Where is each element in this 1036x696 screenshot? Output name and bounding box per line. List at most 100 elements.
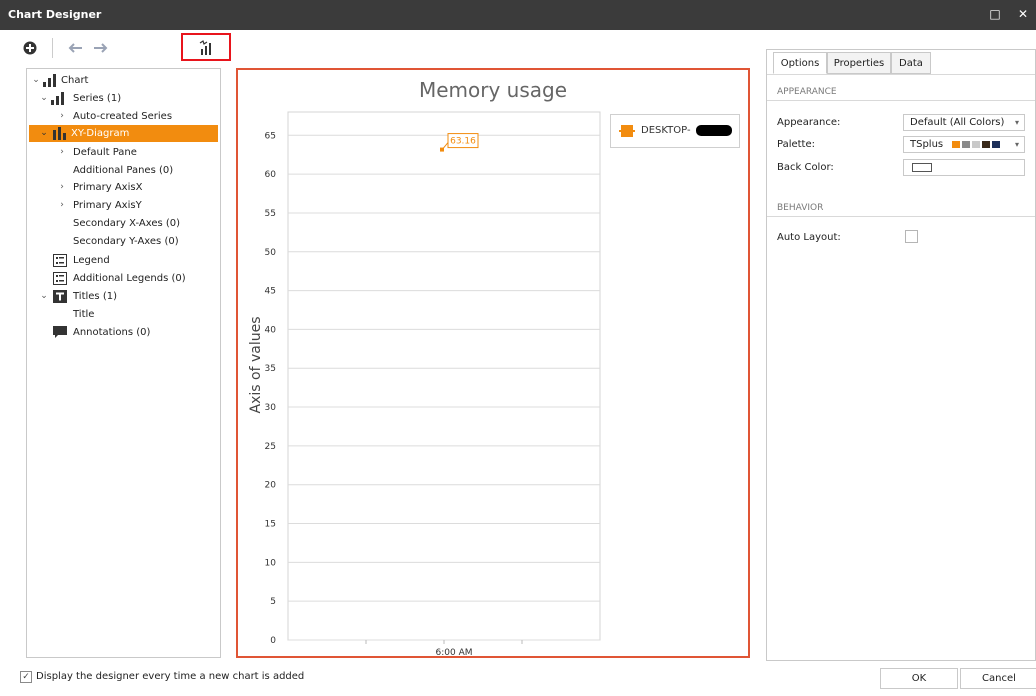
tree-item-label: Chart [61, 75, 89, 86]
display-designer-checkbox[interactable]: ✓ [20, 671, 32, 683]
x-tick-label: 6:00 AM [436, 648, 473, 656]
tree-item-label: Annotations (0) [73, 327, 151, 338]
chart-preview[interactable]: Memory usage 0 5 10 15 20 25 30 35 40 45 50 55 60 65 6… [236, 68, 750, 658]
y-axis-label: Axis of values [248, 317, 264, 414]
redacted-text [696, 125, 732, 136]
y-tick-label: 65 [265, 131, 276, 141]
tree-item-title[interactable]: Title [73, 306, 216, 323]
maximize-button[interactable]: □ [986, 5, 1004, 23]
properties-panel: Options Properties Data APPEARANCE Appea… [766, 49, 1036, 661]
chevron-right-icon[interactable]: › [57, 108, 67, 125]
redo-icon[interactable] [92, 40, 108, 56]
color-preview [912, 163, 932, 172]
tree-item-label: Primary AxisY [73, 200, 142, 211]
y-tick-label: 20 [265, 481, 277, 491]
tabs-divider [767, 74, 1035, 75]
y-tick-label: 45 [265, 287, 276, 297]
tree-item-auto-created-series[interactable]: › Auto-created Series [57, 108, 216, 125]
y-tick-label: 15 [265, 520, 276, 530]
tree-item-label: Additional Legends (0) [73, 273, 186, 284]
palette-swatch [992, 141, 1000, 148]
window-title: Chart Designer [8, 8, 102, 21]
tree-item-label: Primary AxisX [73, 182, 143, 193]
appearance-label: Appearance: [777, 117, 841, 128]
add-circle-icon[interactable] [22, 40, 38, 56]
tree-item-label: Title [73, 309, 95, 320]
tree-item-annotations[interactable]: Annotations (0) [53, 324, 216, 341]
tree-item-secondary-y-axes[interactable]: Secondary Y-Axes (0) [73, 233, 216, 250]
tree-item-label: Titles (1) [73, 291, 117, 302]
cancel-button[interactable]: Cancel [960, 668, 1036, 689]
y-tick-label: 25 [265, 442, 276, 452]
tab-options[interactable]: Options [773, 52, 827, 74]
chevron-right-icon[interactable]: › [57, 179, 67, 196]
chevron-right-icon[interactable]: › [57, 144, 67, 161]
tab-data[interactable]: Data [891, 52, 931, 74]
tab-properties[interactable]: Properties [827, 52, 891, 74]
annotation-icon [53, 326, 67, 339]
tree-item-series[interactable]: ⌄ Series (1) [39, 90, 216, 107]
auto-layout-label: Auto Layout: [777, 232, 841, 243]
bar-chart-icon [43, 74, 57, 87]
tree-item-primary-axis-y[interactable]: › Primary AxisY [57, 197, 216, 214]
y-tick-label: 0 [270, 636, 276, 646]
tree-item-titles[interactable]: ⌄ Titles (1) [39, 288, 216, 305]
palette-swatch [982, 141, 990, 148]
y-tick-label: 5 [270, 597, 276, 607]
chevron-down-icon: ▾ [1014, 118, 1019, 127]
legend-icon [53, 272, 67, 285]
y-tick-label: 35 [265, 364, 276, 374]
tree-item-label: Legend [73, 255, 110, 266]
bar-chart-icon [51, 92, 65, 105]
chart-wizard-icon[interactable] [198, 40, 214, 56]
close-button[interactable]: ✕ [1014, 5, 1032, 23]
tree-item-label: Secondary Y-Axes (0) [73, 236, 179, 247]
y-tick-label: 10 [265, 558, 277, 568]
tree-item-xy-diagram[interactable]: ⌄ XY-Diagram [29, 125, 218, 142]
display-designer-label: Display the designer every time a new ch… [36, 671, 305, 682]
tree-item-additional-panes[interactable]: Additional Panes (0) [73, 162, 216, 179]
chevron-down-icon[interactable]: ⌄ [31, 72, 41, 89]
tree-item-default-pane[interactable]: › Default Pane [57, 144, 216, 161]
chevron-down-icon: ▾ [1014, 140, 1019, 149]
tree-item-label: Default Pane [73, 147, 137, 158]
auto-layout-checkbox[interactable] [905, 230, 918, 243]
chevron-down-icon[interactable]: ⌄ [39, 288, 49, 305]
back-color-label: Back Color: [777, 162, 834, 173]
y-tick-label: 40 [265, 325, 277, 335]
tree-item-label: Additional Panes (0) [73, 165, 174, 176]
title-icon [53, 290, 67, 303]
chart-plot: 0 5 10 15 20 25 30 35 40 45 50 55 60 65 6:00 AM 63.16 Ax… [248, 111, 601, 656]
tree-item-secondary-x-axes[interactable]: Secondary X-Axes (0) [73, 215, 216, 232]
y-tick-label: 50 [265, 248, 277, 258]
tree-item-label: XY-Diagram [71, 128, 130, 139]
appearance-value: Default (All Colors) [910, 117, 1005, 128]
appearance-dropdown[interactable]: Default (All Colors) ▾ [903, 114, 1025, 131]
y-tick-label: 55 [265, 209, 276, 219]
tree-item-additional-legends[interactable]: Additional Legends (0) [53, 270, 216, 287]
tree-item-label: Auto-created Series [73, 111, 173, 122]
undo-icon[interactable] [68, 40, 84, 56]
y-tick-label: 60 [265, 170, 277, 180]
tree-item-legend[interactable]: Legend [53, 252, 216, 269]
tree-item-primary-axis-x[interactable]: › Primary AxisX [57, 179, 216, 196]
section-divider [767, 216, 1035, 217]
ok-button[interactable]: OK [880, 668, 958, 689]
tree-item-chart[interactable]: ⌄ Chart [31, 72, 216, 89]
palette-value: TSplus [910, 139, 944, 150]
y-tick-label: 30 [265, 403, 277, 413]
chart-elements-tree: ⌄ Chart ⌄ Series (1) › Auto-created Seri… [26, 68, 221, 658]
chart-legend: DESKTOP- [610, 114, 740, 148]
chevron-down-icon[interactable]: ⌄ [39, 90, 49, 107]
section-behavior: BEHAVIOR [777, 203, 824, 213]
tree-item-label: Series (1) [73, 93, 122, 104]
palette-dropdown[interactable]: TSplus ▾ [903, 136, 1025, 153]
back-color-picker[interactable] [903, 159, 1025, 176]
toolbar-separator [52, 38, 53, 58]
chevron-right-icon[interactable]: › [57, 197, 67, 214]
chevron-down-icon[interactable]: ⌄ [39, 125, 49, 142]
section-divider [767, 100, 1035, 101]
section-appearance: APPEARANCE [777, 87, 837, 97]
palette-swatch [962, 141, 970, 148]
data-label: 63.16 [450, 137, 476, 147]
